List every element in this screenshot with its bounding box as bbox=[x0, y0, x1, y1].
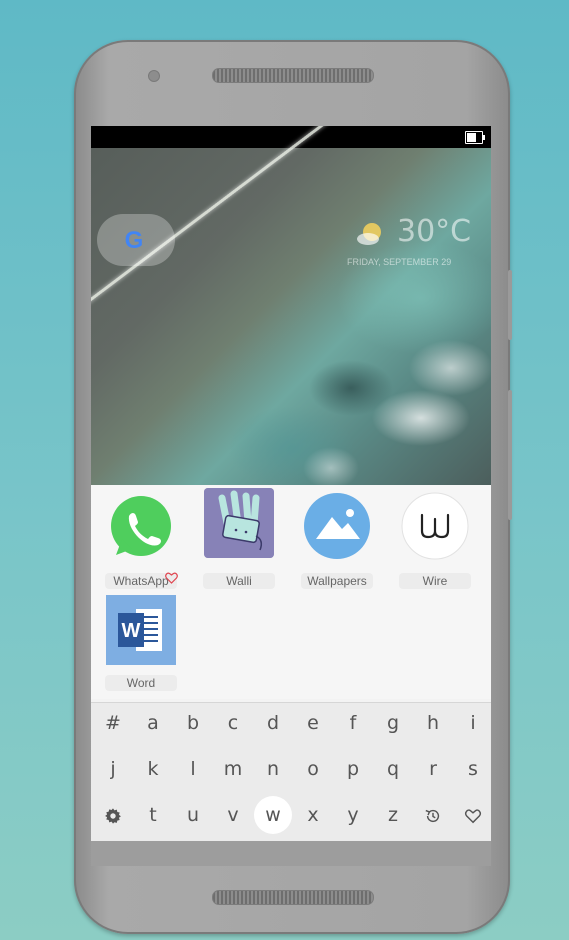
app-label: Walli bbox=[203, 573, 275, 589]
history-icon bbox=[425, 809, 440, 822]
key-y[interactable]: y bbox=[335, 797, 371, 833]
google-g-icon: G bbox=[124, 227, 144, 254]
walli-icon bbox=[204, 488, 274, 558]
whatsapp-icon bbox=[111, 496, 171, 556]
key-c[interactable]: c bbox=[215, 705, 251, 741]
svg-text:W: W bbox=[122, 620, 141, 642]
top-speaker-grille bbox=[212, 68, 374, 83]
power-button bbox=[508, 270, 512, 340]
wallpapers-icon bbox=[304, 493, 370, 559]
key-q[interactable]: q bbox=[375, 751, 411, 787]
key-p[interactable]: p bbox=[335, 751, 371, 787]
key-hash[interactable]: # bbox=[95, 705, 131, 741]
status-bar bbox=[91, 126, 491, 148]
screen-bottom-bezel bbox=[91, 841, 491, 866]
key-x[interactable]: x bbox=[295, 797, 331, 833]
app-word[interactable]: W Word bbox=[99, 595, 183, 695]
key-l[interactable]: l bbox=[175, 751, 211, 787]
key-w[interactable]: w bbox=[254, 796, 292, 834]
battery-icon bbox=[465, 131, 485, 144]
key-r[interactable]: r bbox=[415, 751, 451, 787]
settings-key[interactable] bbox=[95, 797, 131, 833]
key-v[interactable]: v bbox=[215, 797, 251, 833]
favorites-heart-icon bbox=[465, 808, 481, 823]
settings-gear-icon bbox=[105, 807, 121, 824]
wire-icon bbox=[401, 492, 469, 560]
key-i[interactable]: i bbox=[455, 705, 491, 741]
phone-screen: G 30°C FRIDAY, SEPTEMBER 29 WhatsApp Wal… bbox=[91, 126, 491, 866]
key-e[interactable]: e bbox=[295, 705, 331, 741]
key-a[interactable]: a bbox=[135, 705, 171, 741]
key-n[interactable]: n bbox=[255, 751, 291, 787]
app-search-results: WhatsApp Walli Wallpapers Wire W Word bbox=[91, 485, 491, 699]
app-wallpapers[interactable]: Wallpapers bbox=[295, 491, 379, 591]
volume-button bbox=[508, 390, 512, 520]
app-wire[interactable]: Wire bbox=[393, 491, 477, 591]
word-icon: W bbox=[106, 595, 176, 665]
app-label: Wallpapers bbox=[301, 573, 373, 589]
app-label: Wire bbox=[399, 573, 471, 589]
front-camera bbox=[148, 70, 160, 82]
bottom-speaker-grille bbox=[212, 890, 374, 905]
key-u[interactable]: u bbox=[175, 797, 211, 833]
key-z[interactable]: z bbox=[375, 797, 411, 833]
weather-date: FRIDAY, SEPTEMBER 29 bbox=[347, 257, 452, 267]
key-s[interactable]: s bbox=[455, 751, 491, 787]
key-d[interactable]: d bbox=[255, 705, 291, 741]
app-walli[interactable]: Walli bbox=[197, 488, 281, 589]
letter-keyboard: # a b c d e f g h i j k l m n o p q r s … bbox=[91, 702, 491, 842]
key-j[interactable]: j bbox=[95, 751, 131, 787]
history-key[interactable] bbox=[415, 797, 451, 833]
key-o[interactable]: o bbox=[295, 751, 331, 787]
app-whatsapp[interactable]: WhatsApp bbox=[99, 493, 183, 593]
key-k[interactable]: k bbox=[135, 751, 171, 787]
home-wallpaper: G 30°C FRIDAY, SEPTEMBER 29 bbox=[91, 126, 491, 485]
weather-temperature[interactable]: 30°C bbox=[397, 214, 471, 249]
key-f[interactable]: f bbox=[335, 705, 371, 741]
favorites-key[interactable] bbox=[455, 797, 491, 833]
favorite-heart-icon bbox=[165, 572, 178, 584]
google-search-pill[interactable]: G bbox=[97, 214, 175, 266]
key-g[interactable]: g bbox=[375, 705, 411, 741]
key-m[interactable]: m bbox=[215, 751, 251, 787]
weather-partly-sunny-icon bbox=[357, 223, 381, 245]
key-t[interactable]: t bbox=[135, 797, 171, 833]
app-label: Word bbox=[105, 675, 177, 691]
key-h[interactable]: h bbox=[415, 705, 451, 741]
key-b[interactable]: b bbox=[175, 705, 211, 741]
